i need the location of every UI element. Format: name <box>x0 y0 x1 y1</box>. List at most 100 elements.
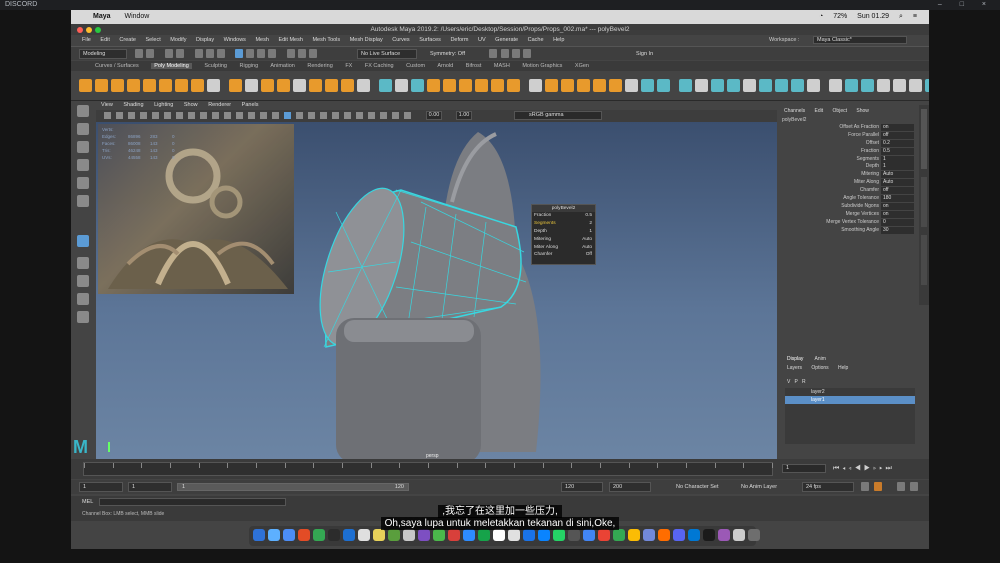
xray-joints-icon[interactable] <box>392 112 399 119</box>
dock-app-icon[interactable] <box>313 529 325 541</box>
paint-select-icon[interactable] <box>77 141 89 153</box>
menu-edit-mesh[interactable]: Edit Mesh <box>278 37 302 43</box>
dock-app-icon[interactable] <box>298 529 310 541</box>
channel-attr-value[interactable]: on <box>881 124 914 131</box>
select-hierarchy-icon[interactable] <box>195 49 203 58</box>
menu-create[interactable]: Create <box>119 37 136 43</box>
poly-cube-icon[interactable] <box>95 79 108 92</box>
start-time-field[interactable]: 1 <box>79 482 123 492</box>
menu-edit[interactable]: Edit <box>100 37 109 43</box>
window-controls[interactable]: – □ × <box>938 0 994 10</box>
channel-attr-label[interactable]: Force Parallel <box>848 132 879 140</box>
history-icon[interactable] <box>287 49 295 58</box>
channel-menu-edit[interactable]: Edit <box>815 108 824 114</box>
channel-attr-label[interactable]: Subdivide Ngons <box>841 203 879 211</box>
dock-app-icon[interactable] <box>643 529 655 541</box>
play-forward-icon[interactable]: ▶ <box>864 465 873 472</box>
shelf-tab-custom[interactable]: Custom <box>406 63 425 69</box>
uv-editor-icon[interactable] <box>679 79 692 92</box>
menu-deform[interactable]: Deform <box>450 37 468 43</box>
safe-title-icon[interactable] <box>248 112 255 119</box>
play-backward-icon[interactable]: ◀ <box>855 465 864 472</box>
dock-app-icon[interactable] <box>463 529 475 541</box>
paint-select-icon[interactable] <box>711 79 724 92</box>
channel-attr-label[interactable]: Merge Vertex Tolerance <box>826 219 879 227</box>
channel-attr-row[interactable]: Mitering Auto <box>778 171 918 179</box>
anim-start-field[interactable]: 1 <box>128 482 172 492</box>
channel-attr-label[interactable]: Segments <box>856 156 879 164</box>
use-all-lights-icon[interactable] <box>308 112 315 119</box>
menu-modify[interactable]: Modify <box>170 37 186 43</box>
bridge-icon[interactable] <box>395 79 408 92</box>
shelf-tab-sculpting[interactable]: Sculpting <box>204 63 227 69</box>
redo-icon[interactable] <box>176 49 184 58</box>
bevel-row-value[interactable]: Off <box>586 251 592 259</box>
menu-set-dropdown[interactable]: Modeling <box>79 49 127 59</box>
bevel-in-view-editor[interactable]: polyBevel2 Fraction 0.5 Segments 2 Depth 1 Mit… <box>531 204 596 265</box>
dock-app-icon[interactable] <box>253 529 265 541</box>
smooth-tool-icon[interactable] <box>759 79 772 92</box>
poke-icon[interactable] <box>593 79 606 92</box>
poly-sphere-icon[interactable] <box>79 79 92 92</box>
panel-menu-show[interactable]: Show <box>184 102 198 108</box>
channel-attr-row[interactable]: Miter Along Auto <box>778 179 918 187</box>
current-frame-field[interactable]: 1 <box>782 464 826 473</box>
ipr-render-icon[interactable] <box>309 49 317 58</box>
offset-edge-loop-icon[interactable] <box>545 79 558 92</box>
live-surface-field[interactable]: No Live Surface <box>357 49 417 59</box>
dock-app-icon[interactable] <box>613 529 625 541</box>
channel-attr-label[interactable]: Offset <box>866 140 879 148</box>
channel-attr-row[interactable]: Angle Tolerance 180 <box>778 195 918 203</box>
dock-app-icon[interactable] <box>448 529 460 541</box>
fill-icon[interactable] <box>925 79 929 92</box>
dock-app-icon[interactable] <box>433 529 445 541</box>
panel-menu-view[interactable]: View <box>101 102 113 108</box>
menu-generate[interactable]: Generate <box>495 37 518 43</box>
transfer-icon[interactable] <box>695 79 708 92</box>
dock-app-icon[interactable] <box>418 529 430 541</box>
grease-pencil-icon[interactable] <box>164 112 171 119</box>
auto-key-icon[interactable] <box>861 482 869 491</box>
channel-attr-row[interactable]: Chamfer off <box>778 187 918 195</box>
menu-mesh-display[interactable]: Mesh Display <box>350 37 383 43</box>
channel-attr-row[interactable]: Force Parallel off <box>778 131 918 140</box>
shelf-tab-motion-graphics[interactable]: Motion Graphics <box>522 63 562 69</box>
dock-app-icon[interactable] <box>403 529 415 541</box>
smooth-icon[interactable] <box>325 79 338 92</box>
channel-attr-value[interactable]: Auto <box>881 171 914 179</box>
channel-attr-row[interactable]: Merge Vertices on <box>778 210 918 219</box>
wax-icon[interactable] <box>893 79 906 92</box>
channel-attr-row[interactable]: Merge Vertex Tolerance 0 <box>778 218 918 227</box>
merge-icon[interactable] <box>459 79 472 92</box>
shelf-tab-poly-modeling[interactable]: Poly Modeling <box>151 63 192 69</box>
scale-tool-icon[interactable] <box>77 195 89 207</box>
panel-menu-shading[interactable]: Shading <box>123 102 143 108</box>
resolution-gate-icon[interactable] <box>200 112 207 119</box>
bookmarks-icon[interactable] <box>128 112 135 119</box>
select-tool-icon[interactable] <box>77 105 89 117</box>
menu-mesh[interactable]: Mesh <box>255 37 268 43</box>
channel-attr-label[interactable]: Miter Along <box>854 179 879 187</box>
menu-uv[interactable]: UV <box>478 37 486 43</box>
menu-app-maya[interactable]: Maya <box>93 13 111 20</box>
gate-mask-icon[interactable] <box>212 112 219 119</box>
channel-menu-object[interactable]: Object <box>833 108 847 114</box>
perspective-viewport[interactable]: Verts: Edges: 86896 283 0 Faces: 86008 143 0 Tris… <box>96 122 777 462</box>
minimize-window-button[interactable] <box>86 27 92 33</box>
dock-app-icon[interactable] <box>478 529 490 541</box>
separate-icon[interactable] <box>309 79 322 92</box>
motion-blur-icon[interactable] <box>344 112 351 119</box>
channel-attr-row[interactable]: Segments 1 <box>778 155 918 164</box>
layer-menu-help[interactable]: Help <box>838 365 848 371</box>
dock-app-icon[interactable] <box>553 529 565 541</box>
shelf-tab-fx-caching[interactable]: FX Caching <box>365 63 394 69</box>
dock-app-icon[interactable] <box>598 529 610 541</box>
repeat-icon[interactable] <box>861 79 874 92</box>
sound-icon[interactable] <box>910 482 918 491</box>
clock[interactable]: Sun 01.29 <box>857 13 889 20</box>
dock-app-icon[interactable] <box>688 529 700 541</box>
poly-gear-icon[interactable] <box>277 79 290 92</box>
menu-file[interactable]: File <box>82 37 91 43</box>
channel-attr-value[interactable]: 1 <box>881 163 914 171</box>
control-center-icon[interactable]: ≡ <box>913 13 917 20</box>
